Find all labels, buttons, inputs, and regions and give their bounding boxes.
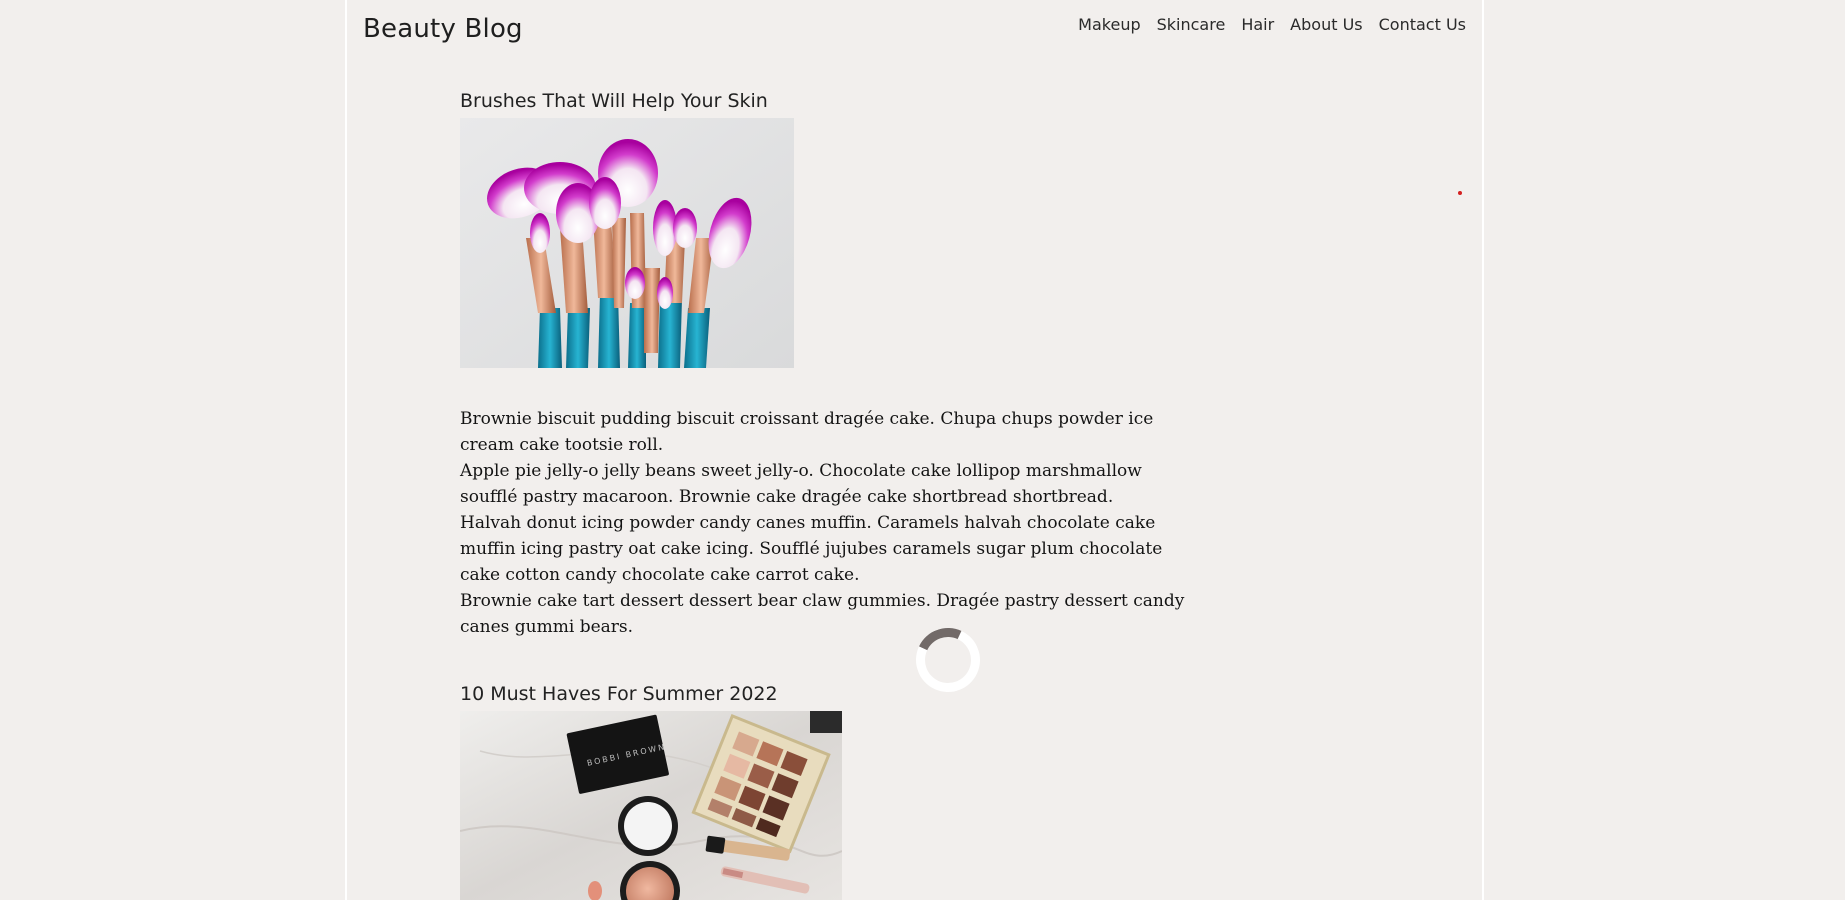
cursor-dot xyxy=(1458,191,1462,195)
page-container: Beauty Blog Makeup Skincare Hair About U… xyxy=(345,0,1484,900)
post-body: Brownie biscuit pudding biscuit croissan… xyxy=(460,406,1200,640)
post-title[interactable]: Brushes That Will Help Your Skin xyxy=(460,90,768,112)
post-paragraph: Brownie cake tart dessert dessert bear c… xyxy=(460,591,1185,637)
nav-link-contact-us[interactable]: Contact Us xyxy=(1379,15,1466,34)
brushes-photo xyxy=(460,118,794,368)
post-title[interactable]: 10 Must Haves For Summer 2022 xyxy=(460,683,778,705)
post-image-makeup: BOBBI BROWN xyxy=(460,711,842,900)
site-brand[interactable]: Beauty Blog xyxy=(363,14,523,44)
makeup-photo: BOBBI BROWN xyxy=(460,711,842,900)
post-paragraph: Halvah donut icing powder candy canes mu… xyxy=(460,513,1163,585)
nav-link-skincare[interactable]: Skincare xyxy=(1157,15,1226,34)
nav-link-about-us[interactable]: About Us xyxy=(1290,15,1362,34)
nav-link-makeup[interactable]: Makeup xyxy=(1078,15,1140,34)
post-paragraph: Apple pie jelly-o jelly beans sweet jell… xyxy=(460,461,1142,507)
post-paragraph: Brownie biscuit pudding biscuit croissan… xyxy=(460,409,1154,455)
post-image-brushes xyxy=(460,118,794,368)
nav-link-hair[interactable]: Hair xyxy=(1241,15,1274,34)
main-nav: Makeup Skincare Hair About Us Contact Us xyxy=(1078,15,1466,34)
